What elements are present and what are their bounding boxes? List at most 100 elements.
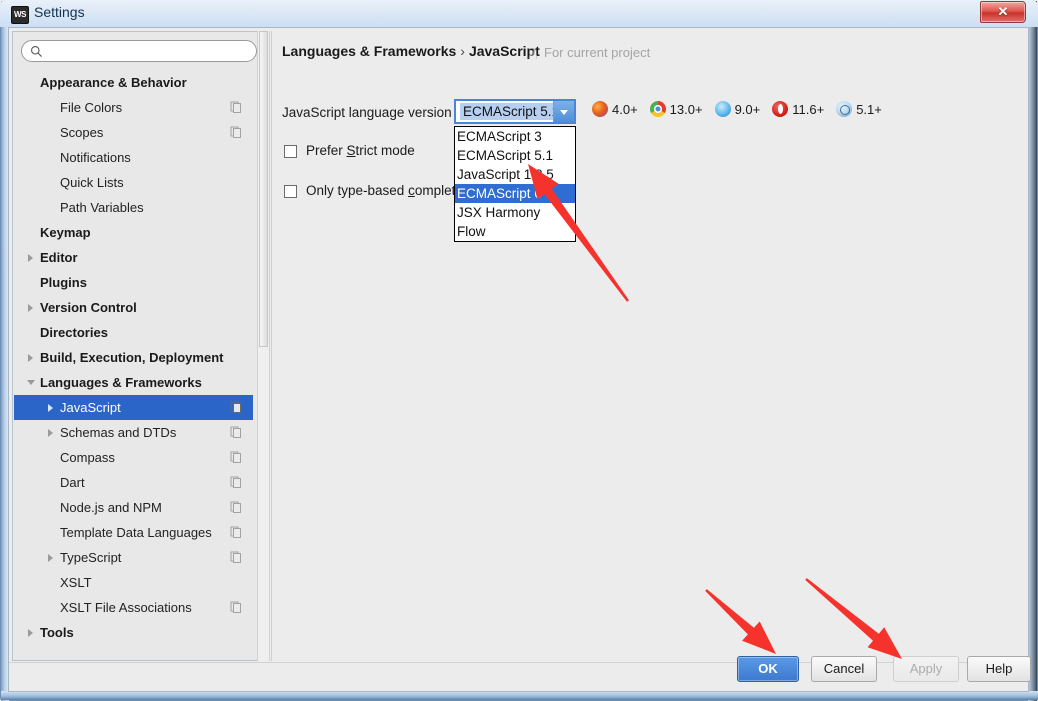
browser-compatibility-list: 4.0+ 13.0+ 9.0+ 11.6+ 5.1+ [592,101,894,121]
sidebar-item-xslt-file-associations[interactable]: XSLT File Associations [14,595,253,620]
dropdown-option-jsx-harmony[interactable]: JSX Harmony [455,203,575,222]
settings-tree[interactable]: Appearance & Behavior File Colors Scopes No… [14,70,253,660]
firefox-icon [592,101,608,117]
only-type-based-completion-label: Only type-based completion [306,183,474,198]
chevron-right-icon[interactable] [48,404,53,412]
language-version-combobox[interactable]: ECMAScript 5.1 [454,99,576,124]
project-scope-icon [230,126,241,138]
browser-version: 9.0+ [734,102,761,117]
dialog-button-bar: OK Cancel Apply Help [737,656,1031,684]
dropdown-option-ecmascript-3[interactable]: ECMAScript 3 [455,127,575,146]
ok-button[interactable]: OK [737,656,799,682]
sidebar-item-keymap[interactable]: Keymap [14,220,253,245]
dropdown-option-javascript-1-8-5[interactable]: JavaScript 1.8.5 [455,165,575,184]
scope-note: For current project [544,45,651,60]
chrome-icon [649,101,666,117]
sidebar-item-directories[interactable]: Directories [14,320,253,345]
sidebar-item-version-control[interactable]: Version Control [14,295,253,320]
dropdown-option-flow[interactable]: Flow [455,222,575,241]
browser-version: 4.0+ [612,102,638,117]
sidebar-item-languages-frameworks[interactable]: Languages & Frameworks [14,370,253,395]
sidebar-item-file-colors[interactable]: File Colors [14,95,253,120]
sidebar-item-javascript[interactable]: JavaScript [14,395,253,420]
sidebar-item-editor[interactable]: Editor [14,245,253,270]
sidebar-item-label: Directories [40,325,108,340]
sidebar-item-plugins[interactable]: Plugins [14,270,253,295]
help-button[interactable]: Help [967,656,1031,682]
window-edge-right [1028,1,1037,701]
breadcrumb-parent[interactable]: Languages & Frameworks [282,43,456,59]
project-scope-icon [230,426,241,438]
sidebar-item-tools[interactable]: Tools [14,620,253,645]
sidebar-item-dart[interactable]: Dart [14,470,253,495]
chevron-down-icon[interactable] [553,101,574,122]
sidebar-item-scopes[interactable]: Scopes [14,120,253,145]
sidebar-item-label: TypeScript [60,550,122,565]
settings-sidebar: Appearance & Behavior File Colors Scopes No… [12,31,265,661]
project-scope-icon [230,401,241,413]
sidebar-item-label: JavaScript [60,400,121,415]
opera-icon [772,101,789,117]
sidebar-item-label: Version Control [40,300,137,315]
language-version-label: JavaScript language version [282,105,452,120]
chevron-right-icon[interactable] [28,354,33,362]
only-type-based-completion-checkbox[interactable] [284,185,297,198]
chevron-down-icon[interactable] [27,380,35,385]
sidebar-item-label: Dart [60,475,85,490]
prefer-strict-mode-checkbox[interactable] [284,145,297,158]
sidebar-item-node-js-and-npm[interactable]: Node.js and NPM [14,495,253,520]
sidebar-item-typescript[interactable]: TypeScript [14,545,253,570]
browser-support-safari: 5.1+ [836,101,882,117]
sidebar-item-label: Keymap [40,225,91,240]
cancel-button[interactable]: Cancel [811,656,877,682]
dropdown-option-ecmascript-6[interactable]: ECMAScript 6 [455,184,575,203]
search-box[interactable] [21,40,257,62]
project-scope-icon [230,451,241,463]
sidebar-scrollbar-thumb[interactable] [259,31,268,347]
title-bar: WS Settings ✕ [0,0,1038,27]
close-button[interactable]: ✕ [980,1,1026,23]
dropdown-option-ecmascript-5-1[interactable]: ECMAScript 5.1 [455,146,575,165]
project-scope-icon [230,501,241,513]
sidebar-item-label: XSLT [60,575,92,590]
ie-icon [714,101,731,117]
sidebar-item-build-execution-deployment[interactable]: Build, Execution, Deployment [14,345,253,370]
chevron-right-icon[interactable] [28,254,33,262]
chevron-right-icon[interactable] [28,629,33,637]
webstorm-icon: WS [11,6,29,24]
browser-version: 11.6+ [792,102,825,117]
sidebar-item-label: Languages & Frameworks [40,375,202,390]
project-scope-icon [230,601,241,613]
sidebar-item-schemas-and-dtds[interactable]: Schemas and DTDs [14,420,253,445]
chevron-right-icon[interactable] [48,429,53,437]
browser-support-chrome: 13.0+ [649,101,703,117]
search-icon [31,46,42,57]
browser-support-ie: 9.0+ [714,101,761,117]
search-input[interactable] [48,44,252,62]
sidebar-item-xslt[interactable]: XSLT [14,570,253,595]
sidebar-item-notifications[interactable]: Notifications [14,145,253,170]
sidebar-item-compass[interactable]: Compass [14,445,253,470]
sidebar-item-label: Build, Execution, Deployment [40,350,224,365]
project-scope-icon [230,551,241,563]
project-scope-icon [230,476,241,488]
window-title: Settings [34,4,85,20]
sidebar-item-path-variables[interactable]: Path Variables [14,195,253,220]
sidebar-item-label: XSLT File Associations [60,600,192,615]
content-pane: Languages & Frameworks › JavaScript For cu… [271,31,1026,661]
sidebar-item-quick-lists[interactable]: Quick Lists [14,170,253,195]
language-version-dropdown[interactable]: ECMAScript 3 ECMAScript 5.1 JavaScript 1.8… [454,126,576,242]
sidebar-item-label: Editor [40,250,78,265]
project-scope-icon [230,526,241,538]
chevron-right-icon[interactable] [48,554,53,562]
project-scope-icon [527,48,537,59]
sidebar-item-label: File Colors [60,100,123,115]
chevron-right-icon[interactable] [28,304,33,312]
close-icon: ✕ [997,4,1009,19]
browser-support-opera: 11.6+ [772,101,824,117]
sidebar-item-appearance-behavior[interactable]: Appearance & Behavior [14,70,253,95]
sidebar-item-label: Schemas and DTDs [60,425,177,440]
breadcrumb-separator: › [460,43,465,59]
sidebar-item-label: Path Variables [60,200,144,215]
sidebar-item-template-data-languages[interactable]: Template Data Languages [14,520,253,545]
